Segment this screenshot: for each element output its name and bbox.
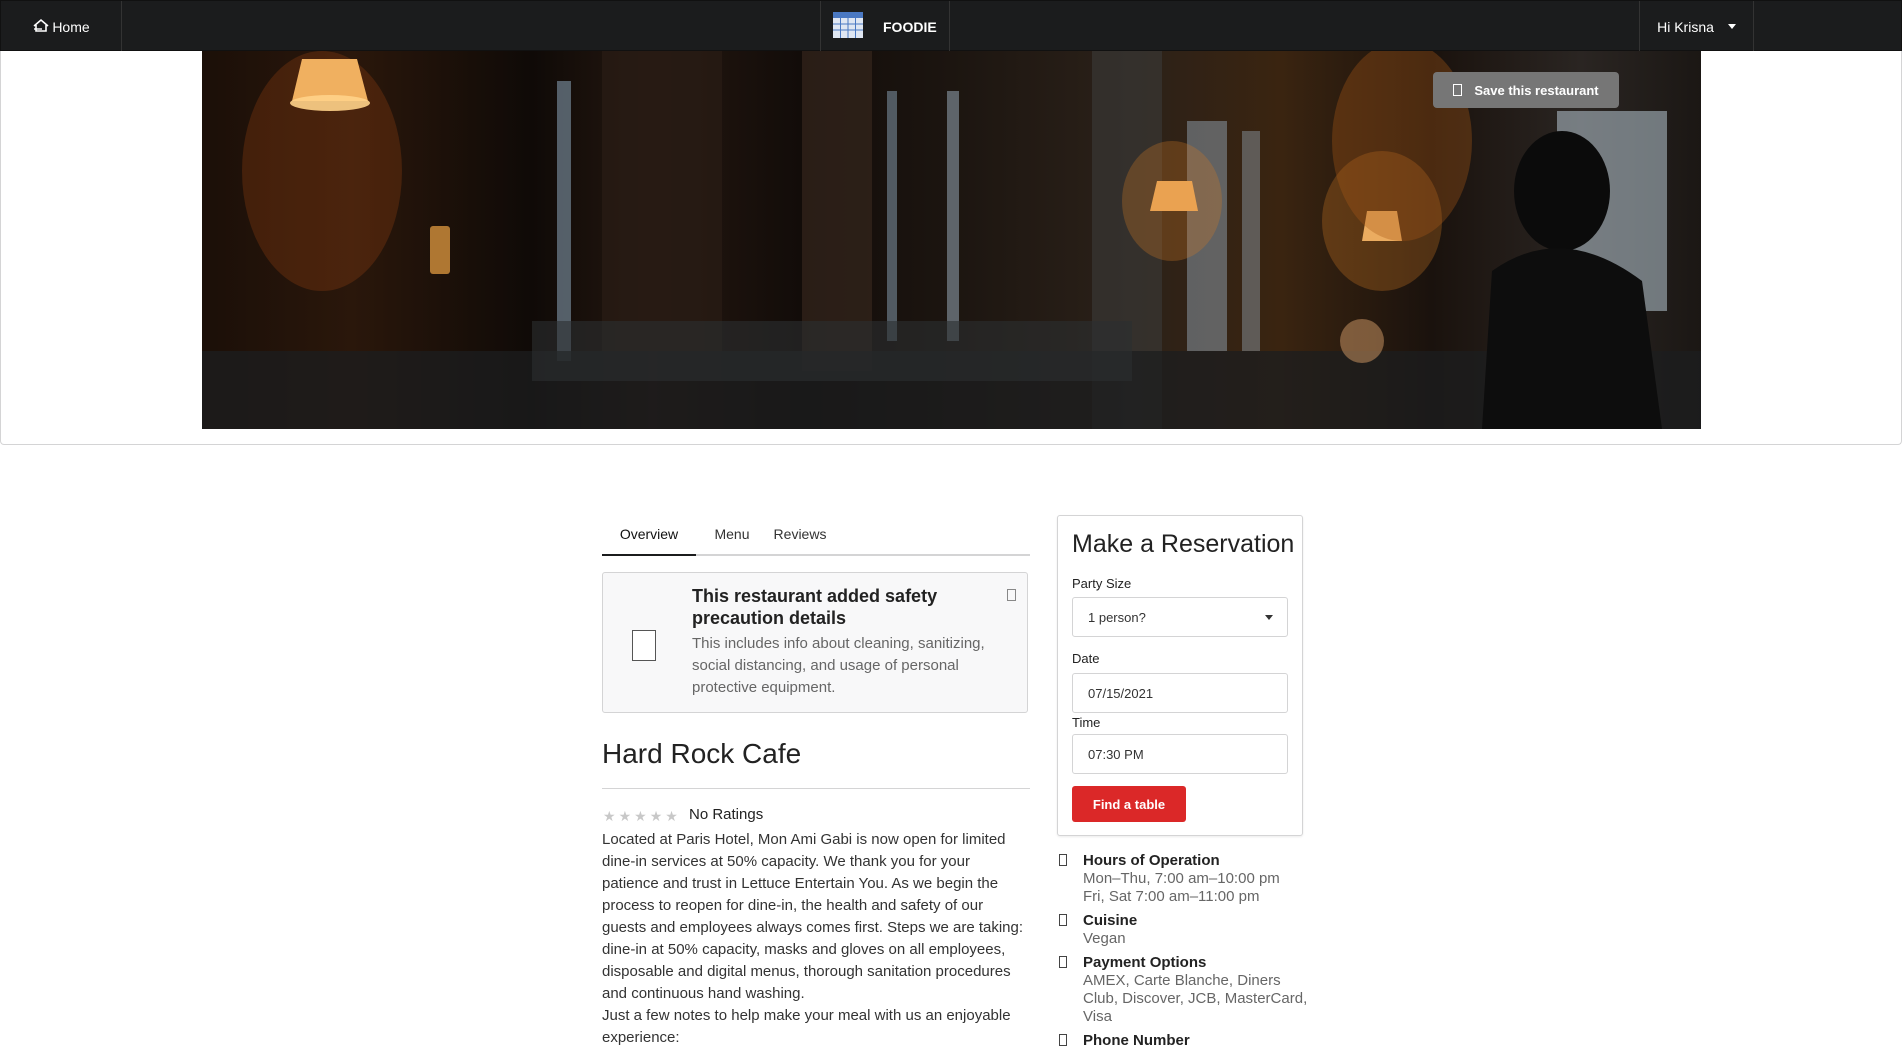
party-size-select[interactable]: 1 person? — [1072, 597, 1288, 637]
phone-item: Phone Number — [1058, 1032, 1318, 1050]
star-icon: ★ — [618, 808, 633, 824]
date-value: 07/15/2021 — [1088, 685, 1154, 701]
payment-title: Payment Options — [1083, 954, 1207, 971]
star-icon: ★ — [665, 808, 679, 824]
utensils-icon — [1059, 914, 1067, 926]
party-size-label: Party Size — [1072, 576, 1132, 591]
brand-name: FOODIE — [883, 18, 937, 35]
hours-line: Mon–Thu, 7:00 am–10:00 pm — [1083, 870, 1280, 887]
reservation-card: Make a Reservation Party Size 1 person? … — [1057, 515, 1303, 836]
restaurant-description: Located at Paris Hotel, Mon Ami Gabi is … — [602, 829, 1030, 1049]
find-table-button[interactable]: Find a table — [1072, 786, 1186, 822]
home-label: Home — [52, 18, 90, 35]
date-label: Date — [1072, 651, 1100, 666]
tab-menu[interactable]: Menu — [706, 514, 758, 554]
star-icon: ★ — [634, 808, 648, 824]
payment-item: Payment Options AMEX, Carte Blanche, Din… — [1058, 954, 1318, 1026]
save-restaurant-button[interactable]: Save this restaurant — [1433, 72, 1619, 108]
phone-icon — [1059, 1034, 1067, 1046]
safety-description: This includes info about cleaning, sanit… — [692, 635, 985, 696]
payment-value: AMEX, Carte Blanche, Diners Club, Discov… — [1083, 972, 1308, 1025]
rating-stars: ★ ★ ★ ★ ★ — [603, 808, 679, 825]
time-label: Time — [1072, 715, 1101, 730]
user-menu-dropdown[interactable]: Hi Krisna — [1639, 1, 1754, 52]
divider — [602, 788, 1030, 789]
safety-precautions-card[interactable]: This restaurant added safety precaution … — [602, 572, 1028, 713]
restaurant-tabs: Overview Menu Reviews — [602, 514, 1030, 556]
hours-line: Fri, Sat 7:00 am–11:00 pm — [1083, 888, 1260, 905]
top-navbar: Home FOODIE Hi Krisna — [0, 0, 1902, 52]
rating-text: No Ratings — [689, 806, 764, 823]
credit-card-icon — [1059, 956, 1067, 968]
home-icon — [32, 17, 52, 36]
shield-icon — [632, 630, 656, 661]
time-value: 07:30 PM — [1088, 746, 1144, 762]
party-size-value: 1 person? — [1088, 609, 1146, 625]
star-icon: ★ — [603, 808, 617, 824]
hours-title: Hours of Operation — [1083, 852, 1220, 869]
restaurant-name: Hard Rock Cafe — [602, 738, 802, 769]
phone-title: Phone Number — [1083, 1032, 1190, 1049]
restaurant-details: Hours of Operation Mon–Thu, 7:00 am–10:0… — [1058, 852, 1318, 1056]
date-input[interactable]: 07/15/2021 — [1072, 673, 1288, 713]
star-icon: ★ — [649, 808, 664, 824]
description-paragraph: Located at Paris Hotel, Mon Ami Gabi is … — [602, 831, 1024, 1002]
clock-icon — [1059, 854, 1067, 866]
cuisine-title: Cuisine — [1083, 912, 1138, 929]
save-restaurant-label: Save this restaurant — [1474, 82, 1599, 98]
brand-logo-icon — [833, 12, 883, 41]
cuisine-item: Cuisine Vegan — [1058, 912, 1318, 948]
description-paragraph: Just a few notes to help make your meal … — [602, 1007, 1011, 1046]
bookmark-icon — [1453, 84, 1463, 96]
time-input[interactable]: 07:30 PM — [1072, 734, 1288, 774]
brand[interactable]: FOODIE — [820, 1, 950, 52]
hours-item: Hours of Operation Mon–Thu, 7:00 am–10:0… — [1058, 852, 1318, 906]
cuisine-value: Vegan — [1083, 930, 1126, 947]
user-greeting: Hi Krisna — [1657, 18, 1714, 35]
tab-overview[interactable]: Overview — [602, 514, 696, 556]
tab-reviews[interactable]: Reviews — [770, 514, 830, 554]
caret-down-icon — [1727, 24, 1736, 29]
reservation-title: Make a Reservation — [1072, 530, 1295, 558]
safety-heading: This restaurant added safety precaution … — [692, 586, 938, 628]
home-link[interactable]: Home — [1, 1, 122, 52]
chevron-down-icon — [1265, 615, 1273, 620]
close-icon[interactable] — [1007, 589, 1016, 601]
